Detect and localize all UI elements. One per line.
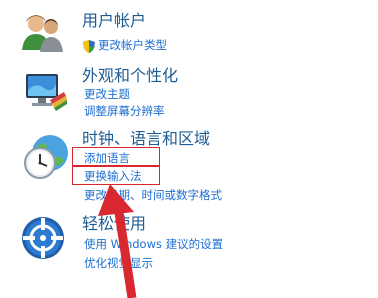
appearance-icon[interactable] — [20, 70, 70, 114]
highlight-box-add-language — [72, 147, 160, 167]
adjust-resolution-link[interactable]: 调整屏幕分辨率 — [84, 103, 165, 119]
ease-of-access-title[interactable]: 轻松使用 — [82, 214, 146, 234]
user-accounts-title[interactable]: 用户帐户 — [82, 11, 146, 31]
change-theme-link[interactable]: 更改主题 — [84, 86, 130, 102]
use-windows-recommended-settings-link[interactable]: 使用 Windows 建议的设置 — [84, 236, 223, 252]
clock-globe-icon[interactable] — [20, 133, 72, 183]
highlight-box-input-method — [72, 165, 160, 185]
change-date-time-format-link[interactable]: 更改日期、时间或数字格式 — [84, 187, 222, 203]
change-account-type-link[interactable]: 更改帐户类型 — [98, 37, 167, 53]
clock-language-region-title[interactable]: 时钟、语言和区域 — [82, 129, 210, 149]
shield-icon — [83, 40, 95, 53]
ease-of-access-icon[interactable] — [20, 215, 66, 261]
users-icon[interactable] — [20, 10, 66, 54]
appearance-title[interactable]: 外观和个性化 — [82, 66, 178, 86]
optimize-visual-display-link[interactable]: 优化视觉显示 — [84, 255, 153, 271]
